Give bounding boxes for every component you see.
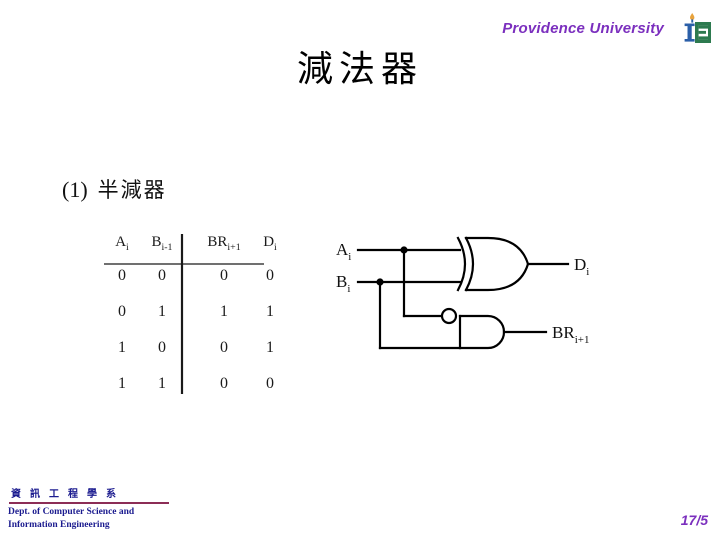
table-cell: 0 <box>266 267 274 284</box>
footer-dept-cjk: 資訊工程學系 <box>11 489 125 501</box>
circuit-output-label-br: BRi+1 <box>552 323 589 346</box>
xor-back-arc-inner <box>464 236 475 292</box>
university-name: Providence University <box>502 19 664 37</box>
footer-divider <box>9 502 169 505</box>
header-sub-d: i <box>274 242 277 253</box>
wire-junction-dot <box>400 246 408 254</box>
section-label: 半減器 <box>97 178 167 202</box>
wire-junction-dot <box>376 278 384 286</box>
section-number: (1) <box>62 177 88 202</box>
inversion-bubble-icon <box>440 307 458 325</box>
page-title: 減法器 <box>296 49 423 90</box>
circuit-output-label-d: Di <box>574 255 589 278</box>
truth-table-rules <box>104 234 264 394</box>
table-cell: 1 <box>266 303 274 320</box>
circuit-input-label-a: Ai <box>336 240 351 263</box>
providence-university-logo <box>670 12 712 44</box>
and-gate-body <box>458 314 506 350</box>
footer-dept-en-line1: Dept. of Computer Science and <box>8 507 135 518</box>
xor-gate-body <box>464 236 530 292</box>
footer-dept-en-line2: Information Engineering <box>8 520 110 531</box>
slide-header: Providence University <box>502 12 712 44</box>
table-cell: 0 <box>266 375 274 392</box>
slide-footer: 資訊工程學系 Dept. of Computer Science and Inf… <box>8 489 238 532</box>
table-header-d: Di <box>263 234 277 258</box>
header-base-d: D <box>263 234 275 250</box>
footer-dept-en: Dept. of Computer Science and Informatio… <box>8 506 238 532</box>
truth-table: Ai Bi-1 BRi+1 Di 0 0 0 0 0 1 1 1 1 0 0 1… <box>104 234 290 402</box>
page-number: 17/5 <box>680 512 708 528</box>
section-heading: (1) 半減器 <box>62 174 167 204</box>
circuit-input-label-b: Bi <box>336 272 350 295</box>
half-subtractor-circuit-diagram: Ai Bi Di BRi+1 <box>336 232 626 362</box>
slide: Providence University 減法器 (1) 半減器 Ai Bi-… <box>0 0 720 540</box>
table-cell: 1 <box>266 339 274 356</box>
